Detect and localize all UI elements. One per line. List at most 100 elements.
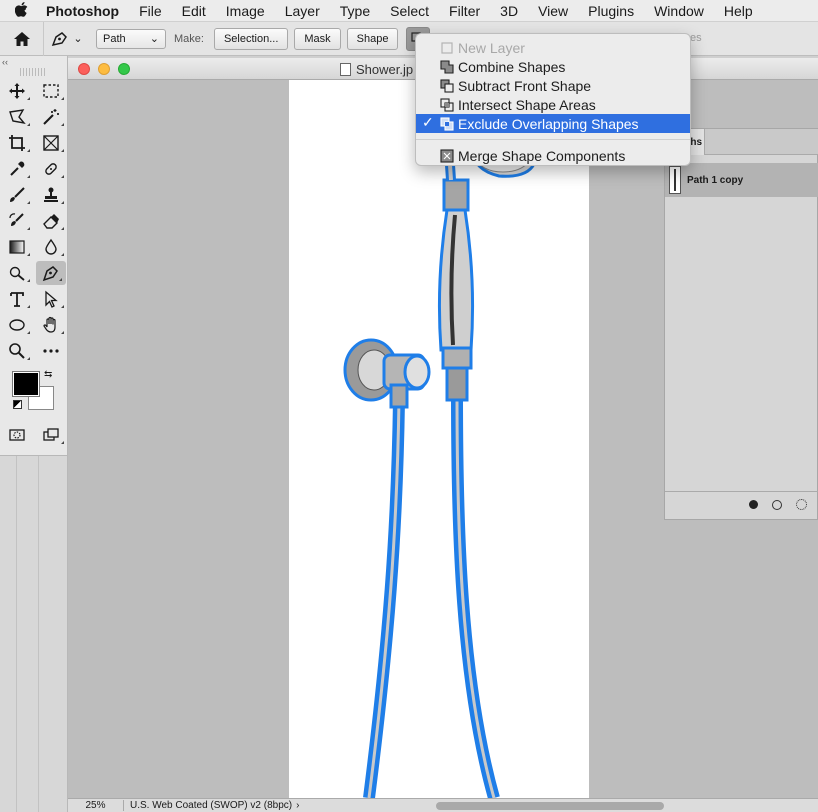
frame-tool[interactable]: [34, 130, 68, 156]
swap-colors-icon[interactable]: ⇆: [44, 369, 52, 380]
fill-path-icon[interactable]: [749, 500, 758, 509]
menu-window[interactable]: Window: [644, 3, 714, 19]
minimize-window-button[interactable]: [98, 63, 110, 75]
make-label: Make:: [174, 32, 204, 45]
blur-tool[interactable]: [34, 234, 68, 260]
quick-mask-icon: [9, 429, 25, 441]
tool-preset-picker[interactable]: ⌄: [44, 22, 90, 56]
zoom-window-button[interactable]: [118, 63, 130, 75]
healing-brush-tool[interactable]: [34, 156, 68, 182]
close-window-button[interactable]: [78, 63, 90, 75]
menu-item-new-layer[interactable]: New Layer: [416, 38, 690, 57]
path-selection-tool[interactable]: [34, 286, 68, 312]
document-title: Shower.jp: [340, 62, 413, 77]
menu-view[interactable]: View: [528, 3, 578, 19]
type-icon: [10, 292, 24, 307]
type-tool[interactable]: [0, 286, 34, 312]
magic-wand-tool[interactable]: [34, 104, 68, 130]
load-path-as-selection-icon[interactable]: [796, 499, 807, 510]
menu-item-subtract-front-shape[interactable]: Subtract Front Shape: [416, 76, 690, 95]
collapse-panel-icon[interactable]: ‹‹: [0, 56, 67, 68]
menu-item-intersect-shape-areas[interactable]: Intersect Shape Areas: [416, 95, 690, 114]
app-menu[interactable]: Photoshop: [46, 3, 119, 19]
wall-bracket: [343, 338, 431, 409]
menu-help[interactable]: Help: [714, 3, 763, 19]
intersect-shape-areas-icon: [440, 97, 454, 112]
path-operations-menu: New Layer Combine Shapes Subtract Front …: [415, 33, 691, 166]
paths-panel-footer: [665, 491, 818, 517]
brush-tool[interactable]: [0, 182, 34, 208]
zoom-level[interactable]: 25%: [68, 800, 124, 811]
crop-icon: [9, 135, 25, 151]
eraser-tool[interactable]: [34, 208, 68, 234]
options-bar: ⌄ Path ⌄ Make: Selection... Mask Shape e…: [0, 21, 818, 56]
frame-icon: [43, 135, 59, 151]
pen-tool[interactable]: [36, 261, 66, 285]
make-selection-button[interactable]: Selection...: [213, 27, 289, 50]
clone-stamp-tool[interactable]: [34, 182, 68, 208]
lasso-tool[interactable]: [0, 104, 34, 130]
history-brush-tool[interactable]: [0, 208, 34, 234]
options-faded-text: es: [690, 32, 702, 44]
crop-tool[interactable]: [0, 130, 34, 156]
screen-mode-icon: [43, 428, 59, 441]
eraser-icon: [43, 214, 59, 229]
menu-filter[interactable]: Filter: [439, 3, 490, 19]
menu-item-exclude-overlapping-shapes[interactable]: ✓ Exclude Overlapping Shapes: [416, 114, 690, 133]
menu-separator: [416, 139, 690, 140]
document-canvas[interactable]: [289, 80, 589, 800]
color-swatches: ⇆: [0, 364, 67, 420]
menu-item-label: Combine Shapes: [458, 58, 566, 75]
stroke-path-icon[interactable]: [772, 499, 782, 510]
home-button[interactable]: [0, 21, 44, 56]
menu-image[interactable]: Image: [216, 3, 275, 19]
eyedropper-tool[interactable]: [0, 156, 34, 182]
menu-item-label: Subtract Front Shape: [458, 77, 592, 94]
status-bar: 25% U.S. Web Coated (SWOP) v2 (8bpc) ›: [68, 798, 818, 812]
tool-mode-value: Path: [103, 32, 126, 45]
marquee-tool[interactable]: [34, 78, 68, 104]
zoom-tool[interactable]: [0, 338, 34, 364]
magnifier-icon: [9, 343, 25, 359]
menu-3d[interactable]: 3D: [490, 3, 528, 19]
menu-bar: Photoshop File Edit Image Layer Type Sel…: [0, 0, 818, 22]
menu-edit[interactable]: Edit: [172, 3, 216, 19]
bandage-icon: [45, 163, 57, 175]
tools-panel: ‹‹ ⇆: [0, 56, 68, 456]
quick-mask-button[interactable]: [0, 422, 34, 448]
move-tool[interactable]: [0, 78, 34, 104]
document-profile[interactable]: U.S. Web Coated (SWOP) v2 (8bpc): [124, 800, 292, 811]
foreground-color-swatch[interactable]: [12, 371, 40, 397]
apple-icon[interactable]: [8, 1, 34, 20]
more-icon: [43, 349, 59, 353]
menu-layer[interactable]: Layer: [275, 3, 330, 19]
menu-item-label: New Layer: [458, 39, 525, 56]
dodge-tool[interactable]: [0, 260, 34, 286]
make-mask-button[interactable]: Mask: [294, 27, 341, 50]
menu-select[interactable]: Select: [380, 3, 439, 19]
horizontal-scrollbar[interactable]: [436, 802, 664, 810]
make-shape-button[interactable]: Shape: [346, 27, 399, 50]
path-thumbnail: [669, 166, 681, 194]
gradient-tool[interactable]: [0, 234, 34, 260]
default-colors-icon[interactable]: [13, 400, 22, 409]
move-icon: [9, 83, 25, 99]
edit-toolbar-button[interactable]: [34, 338, 68, 364]
tool-mode-select[interactable]: Path ⌄: [96, 28, 166, 49]
chevron-down-icon: ⌄: [149, 33, 159, 45]
left-background-strip: [0, 456, 68, 812]
path-name: Path 1 copy: [687, 174, 744, 186]
chevron-right-icon[interactable]: ›: [296, 800, 299, 811]
screen-mode-button[interactable]: [34, 422, 68, 448]
menu-item-merge-shape-components[interactable]: Merge Shape Components: [416, 146, 690, 165]
tools-panel-grip[interactable]: [20, 68, 47, 76]
menu-file[interactable]: File: [129, 3, 172, 19]
combine-shapes-icon: [440, 59, 454, 74]
hand-tool[interactable]: [34, 312, 68, 338]
path-row[interactable]: Path 1 copy: [665, 163, 818, 197]
menu-plugins[interactable]: Plugins: [578, 3, 644, 19]
menu-item-combine-shapes[interactable]: Combine Shapes: [416, 57, 690, 76]
stamp-icon: [44, 187, 58, 202]
ellipse-tool[interactable]: [0, 312, 34, 338]
menu-type[interactable]: Type: [330, 3, 380, 19]
